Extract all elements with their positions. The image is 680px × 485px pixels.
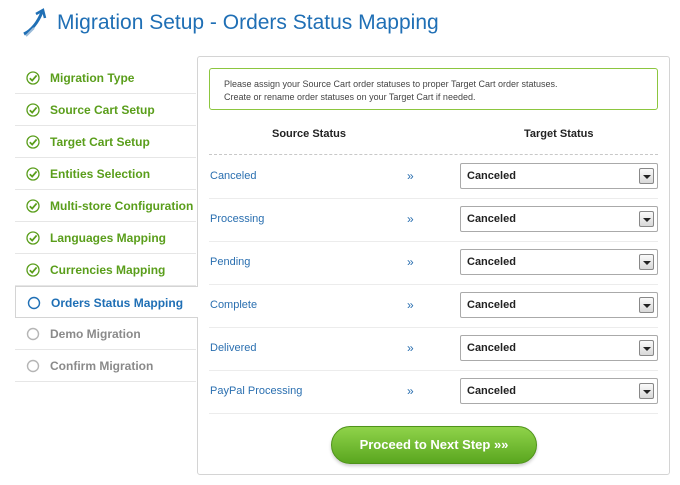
- table-row: Pending » Canceled: [209, 242, 658, 285]
- selected-value: Canceled: [467, 256, 516, 268]
- mapping-arrow-icon: »: [407, 169, 414, 183]
- sidebar-item-label: Confirm Migration: [50, 359, 154, 373]
- notice-line-2: Create or rename order statuses on your …: [224, 92, 476, 102]
- table-row: Delivered » Canceled: [209, 328, 658, 371]
- mapping-arrow-icon: »: [407, 255, 414, 269]
- chevron-down-icon[interactable]: [639, 297, 654, 313]
- sidebar-item-currencies-mapping[interactable]: Currencies Mapping: [15, 254, 196, 286]
- target-status-select[interactable]: Canceled: [460, 163, 658, 189]
- target-status-select[interactable]: Canceled: [460, 292, 658, 318]
- selected-value: Canceled: [467, 385, 516, 397]
- check-icon: [26, 167, 40, 181]
- sidebar-item-source-cart-setup[interactable]: Source Cart Setup: [15, 94, 196, 126]
- mapping-arrow-icon: »: [407, 341, 414, 355]
- sidebar-item-target-cart-setup[interactable]: Target Cart Setup: [15, 126, 196, 158]
- header: Migration Setup - Orders Status Mapping: [0, 0, 680, 48]
- mapping-arrow-icon: »: [407, 298, 414, 312]
- circle-icon: [26, 327, 40, 341]
- source-status-label: Canceled: [210, 170, 257, 182]
- sidebar-item-label: Languages Mapping: [50, 231, 167, 245]
- target-status-select[interactable]: Canceled: [460, 249, 658, 275]
- notice-line-1: Please assign your Source Cart order sta…: [224, 79, 558, 89]
- sidebar-item-label: Orders Status Mapping: [51, 296, 184, 310]
- source-status-label: Pending: [210, 256, 251, 268]
- chevron-down-icon[interactable]: [639, 168, 654, 184]
- sidebar-item-demo-migration[interactable]: Demo Migration: [15, 318, 196, 350]
- sidebar-item-label: Migration Type: [50, 71, 135, 85]
- sidebar-item-label: Target Cart Setup: [50, 135, 150, 149]
- target-status-select[interactable]: Canceled: [460, 335, 658, 361]
- check-icon: [26, 135, 40, 149]
- selected-value: Canceled: [467, 213, 516, 225]
- sidebar-item-multi-store-configuration[interactable]: Multi-store Configuration: [15, 190, 196, 222]
- selected-value: Canceled: [467, 299, 516, 311]
- circle-icon: [26, 359, 40, 373]
- check-icon: [26, 103, 40, 117]
- circle-icon: [27, 296, 41, 310]
- chevron-down-icon[interactable]: [639, 383, 654, 399]
- arrow-logo-icon: [23, 8, 47, 37]
- target-status-header: Target Status: [524, 128, 594, 140]
- table-row: Processing » Canceled: [209, 199, 658, 242]
- table-row: PayPal Processing » Canceled: [209, 371, 658, 414]
- mapping-panel: Please assign your Source Cart order sta…: [197, 56, 670, 475]
- sidebar-item-label: Demo Migration: [50, 327, 141, 341]
- source-status-label: Delivered: [210, 342, 257, 354]
- source-status-label: PayPal Processing: [210, 385, 303, 397]
- mapping-arrow-icon: »: [407, 384, 414, 398]
- table-row: Complete » Canceled: [209, 285, 658, 328]
- table-row: Canceled » Canceled: [209, 156, 658, 199]
- source-status-label: Processing: [210, 213, 265, 225]
- check-icon: [26, 263, 40, 277]
- selected-value: Canceled: [467, 170, 516, 182]
- sidebar-item-label: Entities Selection: [50, 167, 151, 181]
- steps-sidebar: Migration Type Source Cart Setup Target …: [15, 62, 198, 382]
- check-icon: [26, 231, 40, 245]
- sidebar-item-label: Multi-store Configuration: [50, 199, 194, 213]
- sidebar-item-migration-type[interactable]: Migration Type: [15, 62, 196, 94]
- sidebar-item-label: Currencies Mapping: [50, 263, 166, 277]
- source-status-header: Source Status: [272, 128, 346, 140]
- check-icon: [26, 199, 40, 213]
- header-divider: [209, 154, 658, 155]
- sidebar-item-entities-selection[interactable]: Entities Selection: [15, 158, 196, 190]
- sidebar-item-orders-status-mapping[interactable]: Orders Status Mapping: [15, 286, 198, 318]
- selected-value: Canceled: [467, 342, 516, 354]
- info-notice: Please assign your Source Cart order sta…: [209, 68, 658, 110]
- sidebar-item-confirm-migration[interactable]: Confirm Migration: [15, 350, 196, 382]
- chevron-down-icon[interactable]: [639, 254, 654, 270]
- sidebar-item-languages-mapping[interactable]: Languages Mapping: [15, 222, 196, 254]
- chevron-down-icon[interactable]: [639, 340, 654, 356]
- page-title: Migration Setup - Orders Status Mapping: [57, 11, 439, 34]
- target-status-select[interactable]: Canceled: [460, 378, 658, 404]
- source-status-label: Complete: [210, 299, 258, 311]
- check-icon: [26, 71, 40, 85]
- sidebar-item-label: Source Cart Setup: [50, 103, 155, 117]
- proceed-button[interactable]: Proceed to Next Step »»: [331, 426, 537, 464]
- target-status-select[interactable]: Canceled: [460, 206, 658, 232]
- chevron-down-icon[interactable]: [639, 211, 654, 227]
- mapping-arrow-icon: »: [407, 212, 414, 226]
